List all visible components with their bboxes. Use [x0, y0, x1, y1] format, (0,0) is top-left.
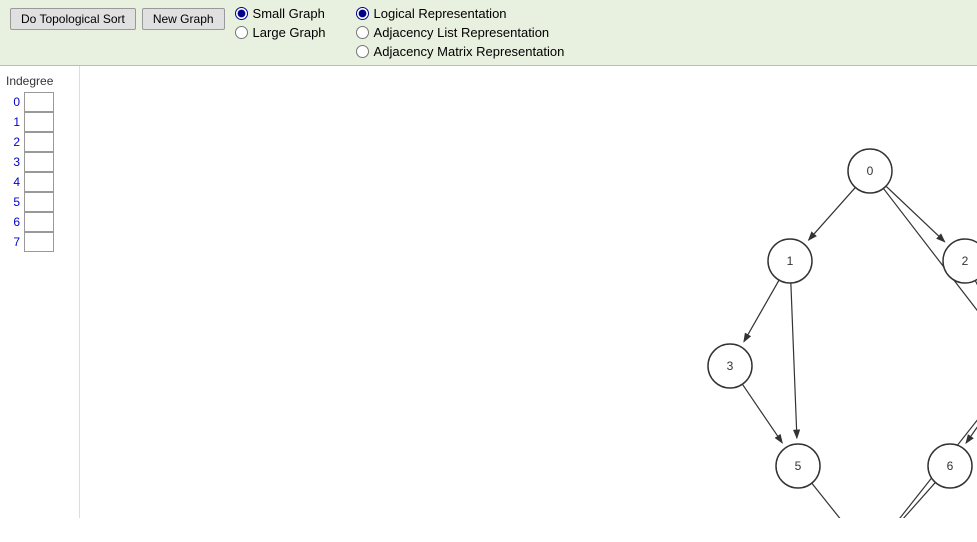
adjacency-list-label: Adjacency List Representation — [374, 25, 550, 40]
indegree-panel: Indegree 0 1 2 3 4 5 6 7 — [0, 66, 80, 518]
node-label: 2 — [962, 254, 969, 268]
indegree-node-num: 3 — [6, 155, 20, 169]
node-label: 0 — [867, 164, 874, 178]
indegree-row: 3 — [6, 152, 73, 172]
node-label: 6 — [947, 459, 954, 473]
adjacency-matrix-label: Adjacency Matrix Representation — [374, 44, 565, 59]
graph-node: 6 — [928, 444, 972, 488]
graph-node: 0 — [848, 149, 892, 193]
indegree-row: 0 — [6, 92, 73, 112]
adjacency-matrix-option[interactable]: Adjacency Matrix Representation — [356, 44, 565, 59]
logical-rep-option[interactable]: Logical Representation — [356, 6, 565, 21]
node-label: 1 — [787, 254, 794, 268]
indegree-cell — [24, 92, 54, 112]
indegree-node-num: 0 — [6, 95, 20, 109]
indegree-cell — [24, 172, 54, 192]
graph-node: 5 — [776, 444, 820, 488]
logical-rep-label: Logical Representation — [374, 6, 507, 21]
indegree-row: 2 — [6, 132, 73, 152]
indegree-row: 6 — [6, 212, 73, 232]
graph-edge — [791, 283, 797, 438]
graph-edge — [744, 280, 779, 342]
graph-area: 01234567 — [80, 66, 977, 518]
graph-edge — [889, 482, 936, 518]
indegree-node-num: 5 — [6, 195, 20, 209]
indegree-cell — [24, 212, 54, 232]
indegree-node-num: 1 — [6, 115, 20, 129]
graph-node: 3 — [708, 344, 752, 388]
graph-edge — [812, 483, 853, 518]
representation-group: Logical Representation Adjacency List Re… — [356, 6, 565, 59]
indegree-node-num: 6 — [6, 215, 20, 229]
toolbar: Do Topological Sort New Graph Small Grap… — [0, 0, 977, 66]
main-content: Indegree 0 1 2 3 4 5 6 7 0 1 2 3 4 5 6 7 — [0, 66, 977, 518]
toolbar-buttons: Do Topological Sort New Graph — [10, 6, 225, 30]
graph-edge — [809, 187, 856, 240]
topo-sort-button[interactable]: Do Topological Sort — [10, 8, 136, 30]
radio-groups: Small Graph Large Graph Logical Represen… — [235, 6, 565, 59]
small-graph-label: Small Graph — [253, 6, 325, 21]
graph-edge — [742, 384, 782, 443]
indegree-cell — [24, 112, 54, 132]
graph-edge — [886, 186, 945, 242]
adjacency-list-option[interactable]: Adjacency List Representation — [356, 25, 565, 40]
indegree-row: 5 — [6, 192, 73, 212]
large-graph-label: Large Graph — [253, 25, 326, 40]
indegree-table: 0 1 2 3 4 5 6 7 — [6, 92, 73, 252]
indegree-cell — [24, 132, 54, 152]
node-label: 3 — [727, 359, 734, 373]
indegree-node-num: 7 — [6, 235, 20, 249]
graph-size-group: Small Graph Large Graph — [235, 6, 326, 59]
indegree-cell — [24, 192, 54, 212]
graph-node: 1 — [768, 239, 812, 283]
node-circle — [943, 239, 977, 283]
indegree-row: 4 — [6, 172, 73, 192]
indegree-row: 1 — [6, 112, 73, 132]
indegree-label: Indegree — [6, 74, 73, 88]
indegree-cell — [24, 152, 54, 172]
indegree-cell — [24, 232, 54, 252]
node-label: 5 — [795, 459, 802, 473]
indegree-node-num: 2 — [6, 135, 20, 149]
new-graph-button[interactable]: New Graph — [142, 8, 225, 30]
indegree-row: 7 — [6, 232, 73, 252]
graph-edge — [966, 384, 977, 443]
graph-node: 2 — [943, 239, 977, 283]
indegree-node-num: 4 — [6, 175, 20, 189]
graph-svg: 01234567 — [80, 66, 977, 518]
large-graph-option[interactable]: Large Graph — [235, 25, 326, 40]
small-graph-option[interactable]: Small Graph — [235, 6, 326, 21]
